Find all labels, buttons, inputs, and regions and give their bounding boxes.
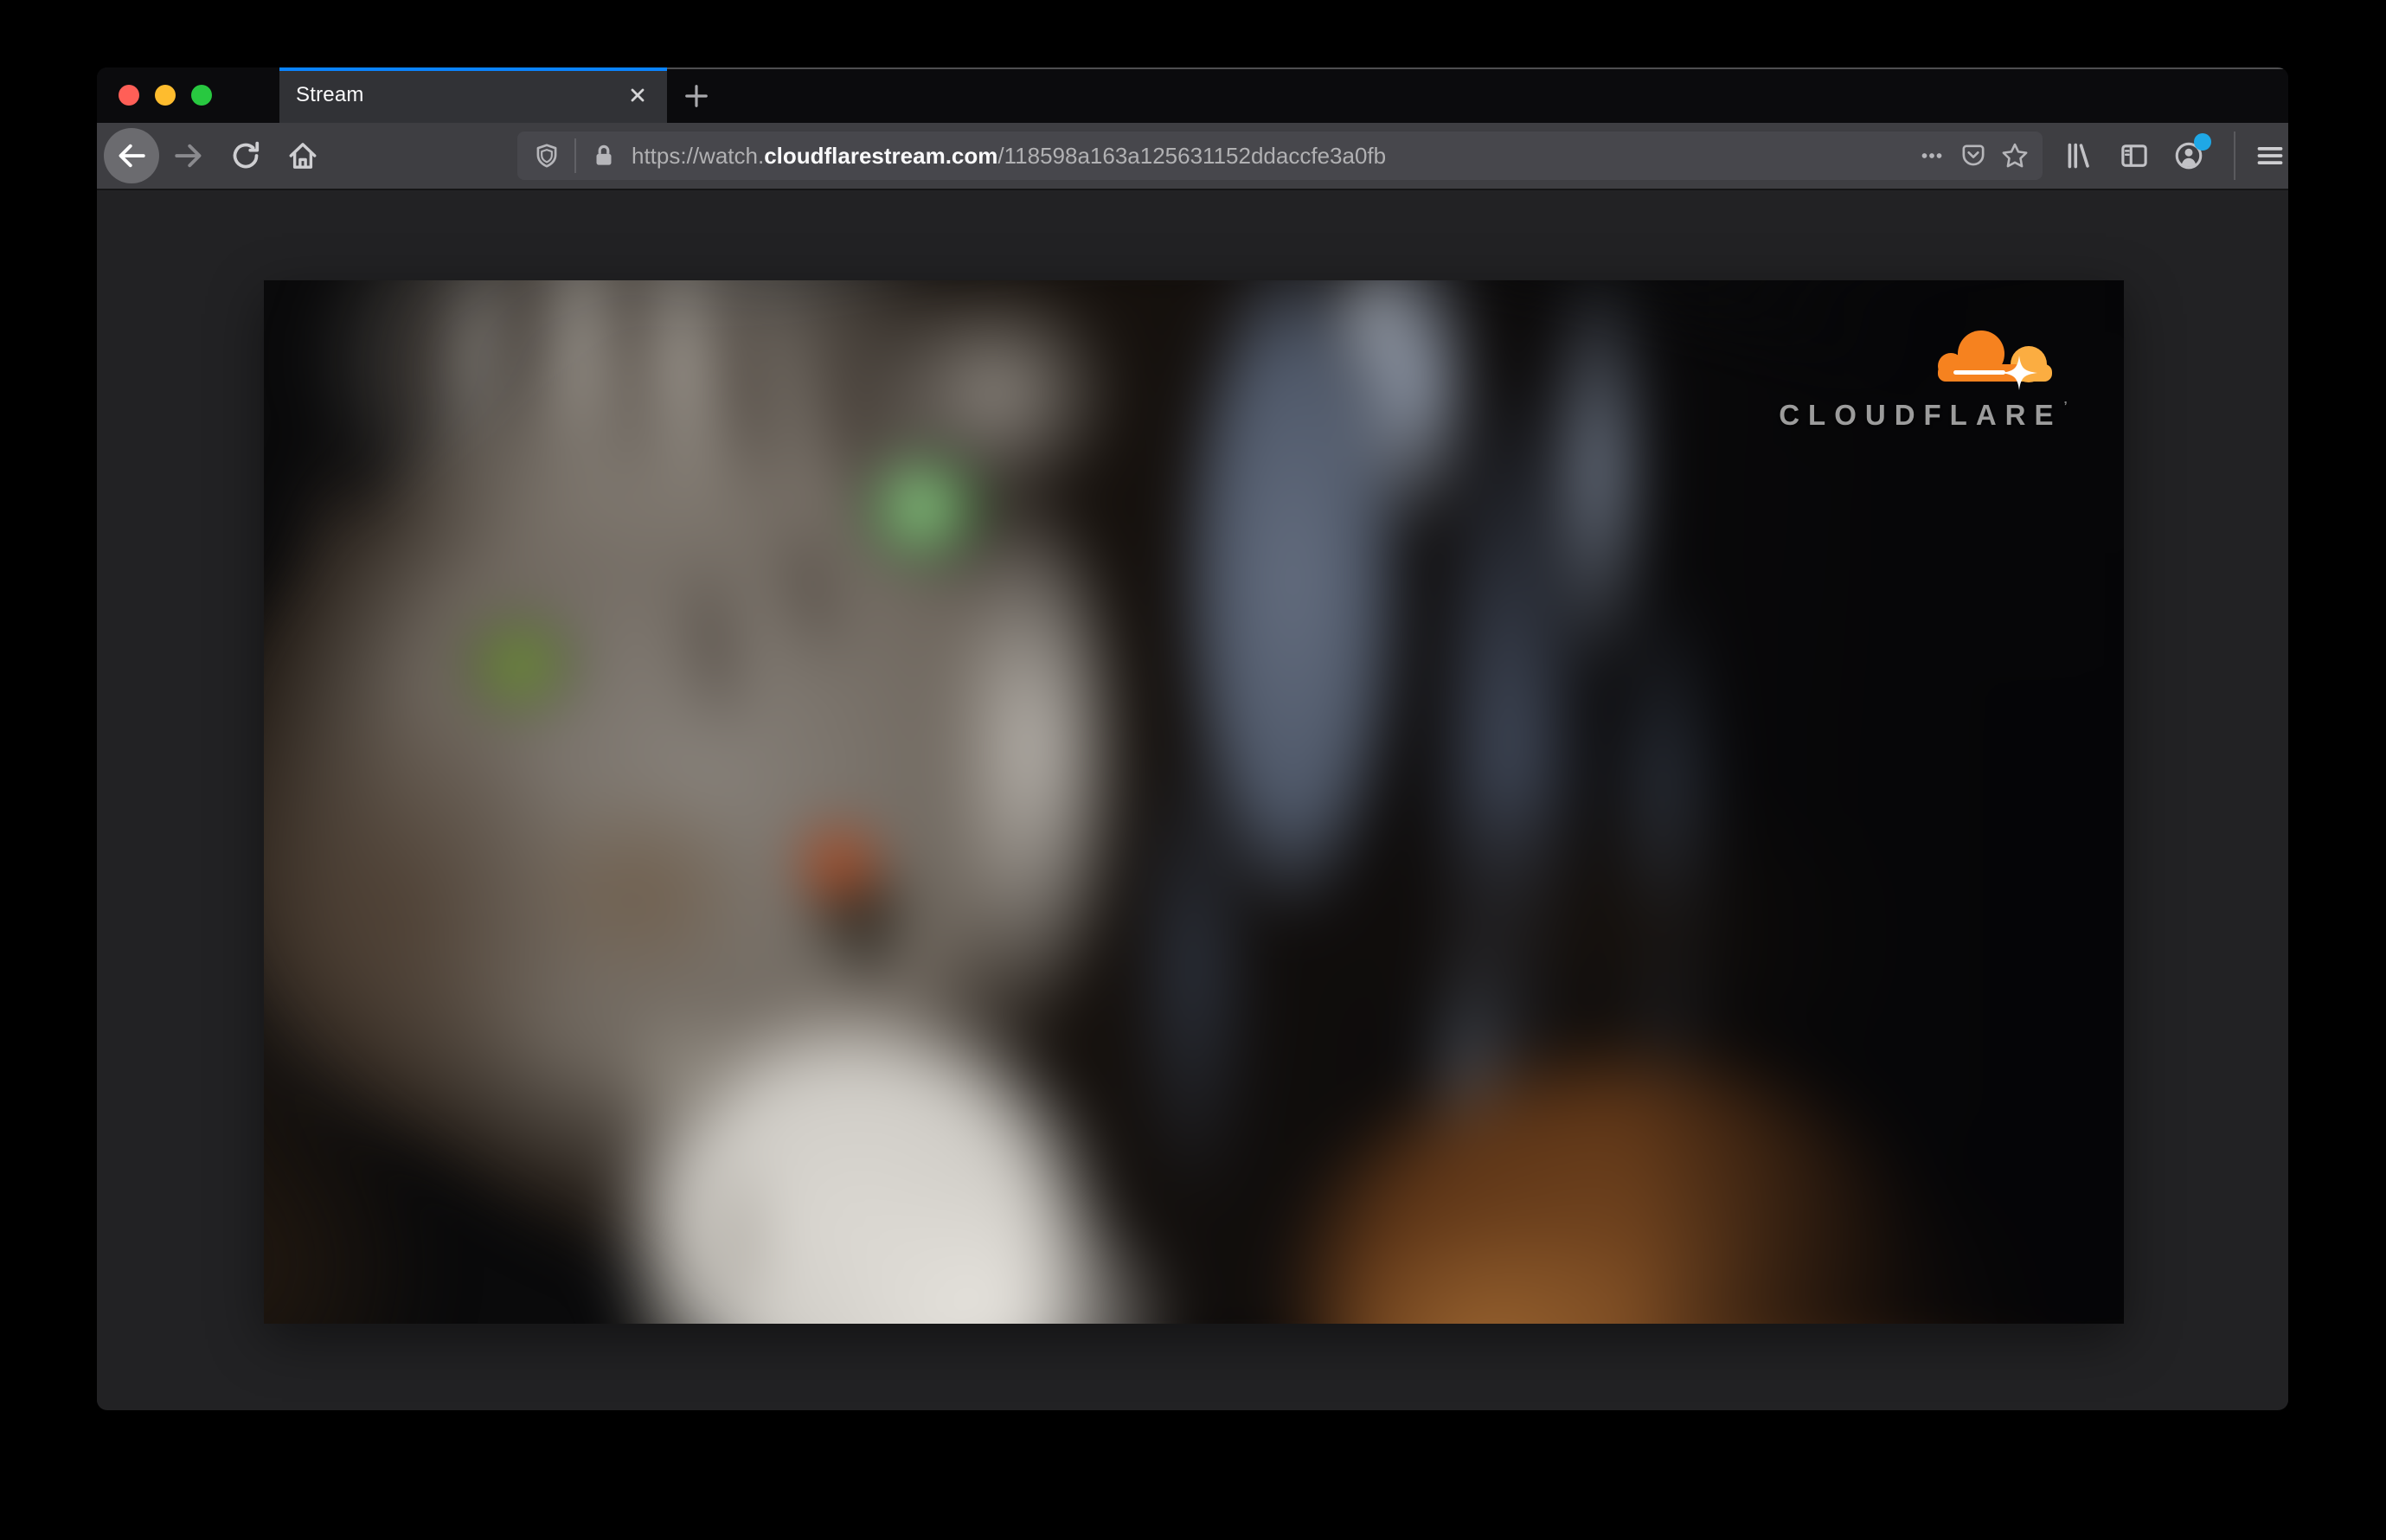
shield-icon bbox=[536, 144, 557, 168]
back-arrow-icon bbox=[119, 144, 145, 168]
close-icon bbox=[631, 88, 645, 102]
video-player[interactable]: CLOUDFLARE’ bbox=[264, 280, 2124, 1324]
navigation-toolbar: https://watch.cloudflarestream.com/11859… bbox=[97, 123, 2288, 190]
tab-close-button[interactable] bbox=[620, 78, 655, 112]
new-tab-button[interactable] bbox=[672, 74, 721, 119]
page-actions-button[interactable] bbox=[1911, 135, 1953, 176]
cloudflare-cloud-icon bbox=[1938, 330, 2053, 390]
plus-icon bbox=[685, 85, 708, 107]
account-button[interactable] bbox=[2165, 132, 2213, 180]
sidebar-button[interactable] bbox=[2110, 132, 2158, 180]
cloudflare-wordmark: CLOUDFLARE’ bbox=[1779, 398, 2068, 431]
cloudflare-watermark: CLOUDFLARE’ bbox=[1779, 324, 2068, 432]
three-dots-icon bbox=[1921, 153, 1942, 158]
toolbar-separator bbox=[2234, 132, 2235, 180]
pocket-button[interactable] bbox=[1953, 135, 1994, 176]
reload-button[interactable] bbox=[218, 128, 273, 183]
hamburger-icon bbox=[2257, 147, 2283, 164]
url-text[interactable]: https://watch.cloudflarestream.com/11859… bbox=[632, 143, 1911, 170]
bookmark-star-button[interactable] bbox=[1994, 135, 2036, 176]
urlbar-divider bbox=[574, 138, 576, 173]
lock-icon bbox=[596, 144, 612, 165]
url-host: cloudflarestream.com bbox=[764, 142, 998, 169]
tabbar-empty-area bbox=[667, 67, 2288, 123]
close-window-button[interactable] bbox=[119, 85, 139, 106]
home-button[interactable] bbox=[275, 128, 330, 183]
url-path: /118598a163a125631152ddaccfe3a0fb bbox=[997, 142, 1387, 169]
tab-title: Stream bbox=[296, 83, 364, 106]
url-bar[interactable]: https://watch.cloudflarestream.com/11859… bbox=[517, 132, 2043, 180]
connection-secure-button[interactable] bbox=[583, 135, 625, 176]
library-icon bbox=[2068, 143, 2089, 169]
blurred-cat-scene bbox=[264, 280, 2124, 1324]
trademark-tick: ’ bbox=[2063, 398, 2068, 414]
url-prefix: https://watch. bbox=[632, 142, 765, 169]
pocket-icon bbox=[1962, 144, 1985, 166]
titlebar: Stream bbox=[97, 67, 2288, 123]
page-content: CLOUDFLARE’ bbox=[97, 190, 2288, 1408]
cat-video-frame: CLOUDFLARE’ bbox=[264, 280, 2124, 1324]
library-button[interactable] bbox=[2055, 132, 2103, 180]
menu-button[interactable] bbox=[2246, 132, 2288, 180]
home-icon bbox=[289, 143, 317, 169]
forward-arrow-icon bbox=[175, 144, 202, 168]
traffic-light-group bbox=[97, 67, 279, 123]
tracking-protection-button[interactable] bbox=[526, 135, 568, 176]
sidebar-icon bbox=[2121, 144, 2147, 167]
account-notification-dot bbox=[2194, 133, 2211, 151]
browser-window: Stream https://watch.cloudflarestream.co… bbox=[97, 67, 2288, 1410]
zoom-window-button[interactable] bbox=[191, 85, 212, 106]
forward-button[interactable] bbox=[161, 128, 216, 183]
tab-stream[interactable]: Stream bbox=[279, 67, 667, 123]
back-button[interactable] bbox=[104, 128, 159, 183]
minimize-window-button[interactable] bbox=[155, 85, 176, 106]
reload-icon bbox=[233, 141, 260, 169]
star-icon bbox=[2002, 143, 2028, 168]
